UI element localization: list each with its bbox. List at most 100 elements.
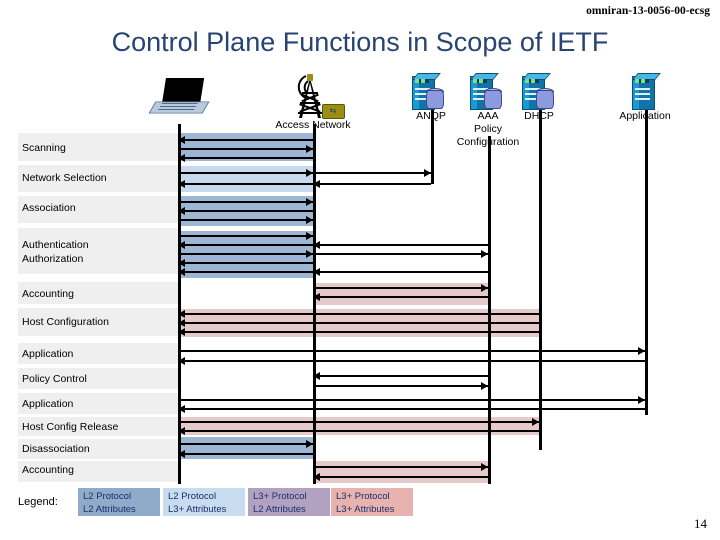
msg-app1-1-head <box>638 347 645 355</box>
row-label-policy-control: Policy Control <box>22 373 87 385</box>
msg-app1-2 <box>178 360 645 362</box>
msg-hc-1 <box>178 313 539 315</box>
hostrel-pink <box>178 417 539 435</box>
msg-hc-1-head <box>178 310 185 318</box>
actor-label-aaa-sub1: Policy <box>473 123 502 135</box>
msg-hc-3-head <box>178 328 185 336</box>
laptop-icon <box>148 78 210 114</box>
msg-acc-2 <box>313 296 488 298</box>
msg-app2-2-head <box>178 405 185 413</box>
disassoc-l2 <box>178 437 313 459</box>
legend-item-2-line2: L2 Attributes <box>253 504 306 515</box>
msg-as-2-head <box>178 207 185 215</box>
server-icon-application <box>632 73 661 110</box>
msg-hr-1-head <box>532 418 539 426</box>
msg-ns-2-head <box>178 180 185 188</box>
msg-au-2-head <box>178 241 185 249</box>
msg-au-2b-head <box>313 241 320 249</box>
msg-dis-1-head <box>306 440 313 448</box>
row-label-network-selection: Network Selection <box>22 172 107 184</box>
row-label-disassociation: Disassociation <box>22 443 90 455</box>
msg-scan-3-head <box>178 154 185 162</box>
msg-hc-3 <box>178 331 539 333</box>
msg-ns-1 <box>178 172 313 174</box>
msg-hc-2 <box>178 322 539 324</box>
netsel-l2l3 <box>178 166 313 192</box>
msg-acc-1 <box>313 287 488 289</box>
legend-item-1-line1: L2 Protocol <box>168 491 217 502</box>
row-label-application-2: Application <box>22 398 74 410</box>
row-label-authorization: Authorization <box>22 253 84 265</box>
msg-as-2 <box>178 210 313 212</box>
legend-item-0-line2: L2 Attributes <box>83 504 136 515</box>
msg-app1-2-head <box>178 357 185 365</box>
msg-au-4 <box>178 262 313 264</box>
msg-au-2b <box>313 244 488 246</box>
msg-pc-2 <box>313 385 488 387</box>
msg-ac2-2 <box>313 476 488 478</box>
msg-au-5b-head <box>313 268 320 276</box>
msg-au-1-head <box>306 232 313 240</box>
row-label-accounting-1: Accounting <box>22 288 74 300</box>
msg-ac2-2-head <box>313 473 320 481</box>
msg-ns-2b-head <box>313 180 320 188</box>
legend-title: Legend: <box>18 496 58 508</box>
msg-au-4-head <box>178 259 185 267</box>
legend-item-1-line2: L3+ Attributes <box>168 504 227 515</box>
lifeline-anqp <box>431 110 434 184</box>
tower-crossbar-1 <box>302 92 318 94</box>
legend-item-3-line1: L3+ Protocol <box>336 491 390 502</box>
msg-pc-2-head <box>481 382 488 390</box>
lifeline-application <box>645 110 648 415</box>
row-label-application-1: Application <box>22 348 74 360</box>
page-title: Control Plane Functions in Scope of IETF <box>111 27 609 57</box>
msg-scan-2 <box>178 148 313 150</box>
row-label-authentication: Authentication <box>22 239 89 251</box>
msg-scan-3 <box>178 157 313 159</box>
msg-hr-2-head <box>178 427 185 435</box>
msg-app2-1 <box>178 399 645 401</box>
msg-acc-2-head <box>313 293 320 301</box>
msg-hc-2-head <box>178 319 185 327</box>
msg-acc-1-head <box>481 284 488 292</box>
row-label-scanning: Scanning <box>22 142 66 154</box>
msg-ns-1b <box>313 172 431 174</box>
msg-ac2-1-head <box>481 463 488 471</box>
msg-dis-2 <box>178 453 313 455</box>
msg-scan-1-head <box>178 136 185 144</box>
server-icon-dhcp <box>522 73 554 110</box>
msg-au-2 <box>178 244 313 246</box>
acct2-pink <box>313 461 488 483</box>
msg-au-3b-head <box>481 250 488 258</box>
msg-as-3 <box>178 219 313 221</box>
msg-au-1 <box>178 235 313 237</box>
msg-au-5b <box>313 271 488 273</box>
legend-item-0-line1: L2 Protocol <box>83 491 132 502</box>
document-id: omniran-13-0056-00-ecsg <box>586 5 710 17</box>
legend-item-2: L3+ Protocol L2 Attributes <box>248 488 330 516</box>
row-label-host-config-release: Host Config Release <box>22 421 119 433</box>
msg-ns-1-head <box>306 169 313 177</box>
msg-as-1-head <box>306 198 313 206</box>
msg-app2-1-head <box>638 396 645 404</box>
legend-item-3-line2: L3+ Attributes <box>336 504 395 515</box>
gateway-glyph: ⇆ <box>329 106 337 115</box>
msg-au-3-head <box>306 250 313 258</box>
msg-hr-2 <box>178 430 539 432</box>
server-icon-aaa <box>470 73 502 110</box>
legend-item-2-line1: L3+ Protocol <box>253 491 307 502</box>
row-label-accounting-2: Accounting <box>22 464 74 476</box>
msg-pc-1 <box>313 375 488 377</box>
msg-ns-1b-head <box>424 169 431 177</box>
msg-au-5 <box>178 271 313 273</box>
msg-dis-2-head <box>178 450 185 458</box>
slide-canvas: omniran-13-0056-00-ecsg Control Plane Fu… <box>0 0 720 540</box>
gateway-icon: ⇆ <box>322 104 345 119</box>
msg-as-1 <box>178 201 313 203</box>
row-label-association: Association <box>22 202 76 214</box>
msg-as-3-head <box>306 216 313 224</box>
tower-tip <box>307 74 313 81</box>
msg-ac2-1 <box>313 466 488 468</box>
msg-app2-2 <box>178 408 645 410</box>
msg-ns-2 <box>178 183 313 185</box>
